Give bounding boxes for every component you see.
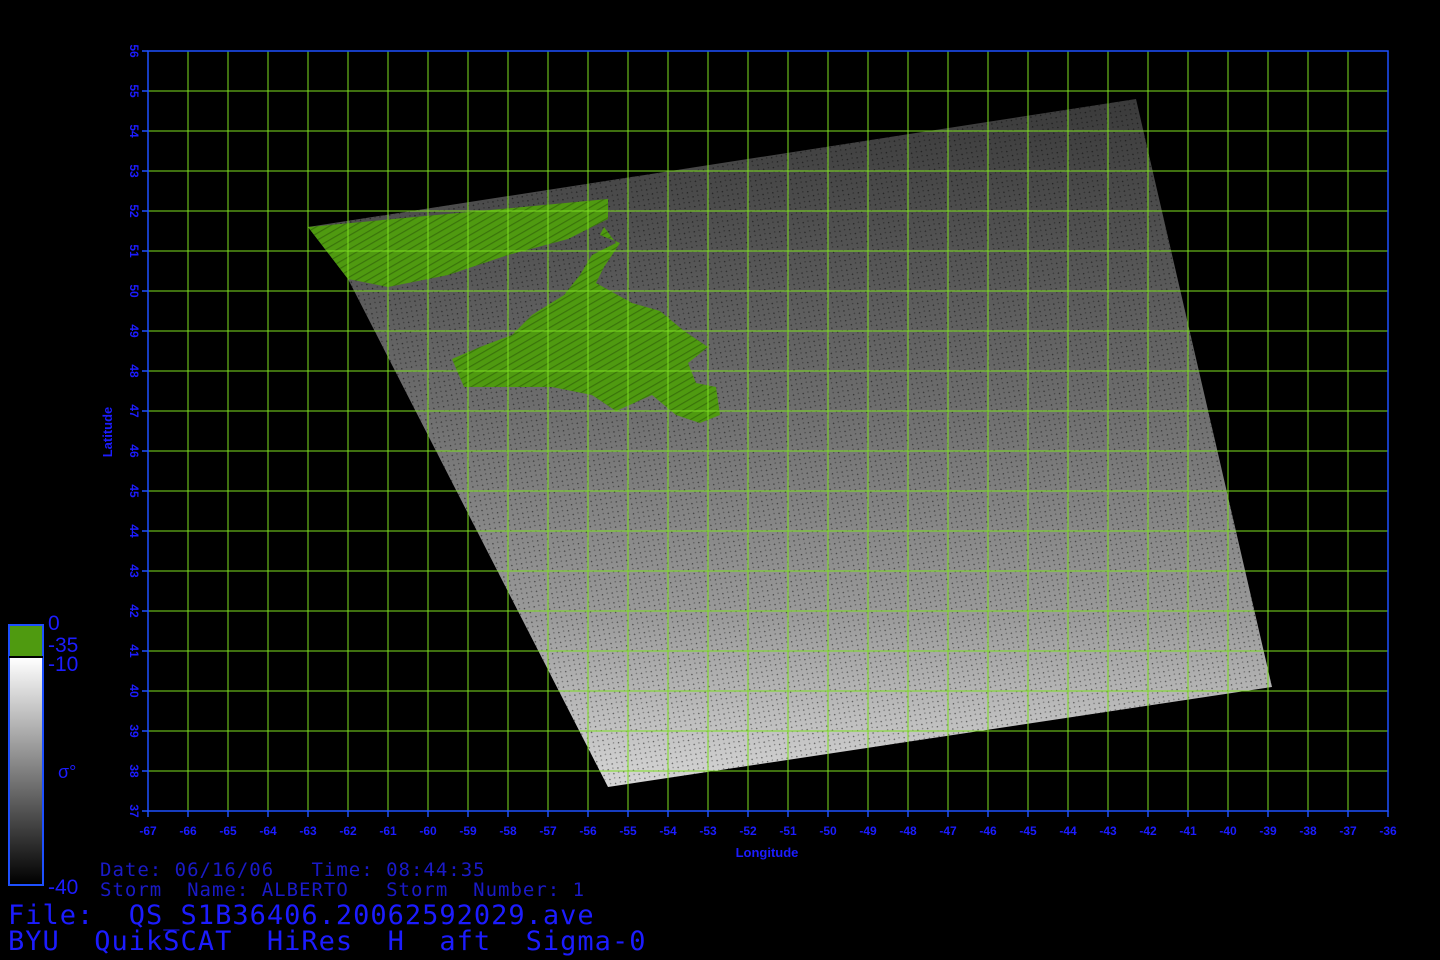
- latitude-tick-label: 46: [127, 444, 141, 458]
- latitude-tick-label: 53: [127, 164, 141, 178]
- latitude-tick-label: 55: [127, 84, 141, 98]
- longitude-tick-label: -61: [379, 824, 397, 838]
- longitude-tick-label: -41: [1179, 824, 1197, 838]
- latitude-tick-label: 39: [127, 724, 141, 738]
- longitude-tick-label: -47: [939, 824, 957, 838]
- longitude-tick-label: -48: [899, 824, 917, 838]
- y-axis-label: Latitude: [100, 407, 115, 458]
- colorbar-sea-segment: [10, 658, 42, 884]
- longitude-tick-label: -36: [1379, 824, 1397, 838]
- longitude-tick-label: -49: [859, 824, 877, 838]
- longitude-tick-label: -56: [579, 824, 597, 838]
- date-time-line: Date: 06/16/06 Time: 08:44:35: [100, 859, 486, 881]
- longitude-tick-label: -65: [219, 824, 237, 838]
- x-axis-label: Longitude: [736, 845, 799, 860]
- latitude-tick-label: 40: [127, 684, 141, 698]
- longitude-tick-label: -46: [979, 824, 997, 838]
- colorbar-sea-bottom-label: -40: [48, 876, 79, 899]
- longitude-tick-label: -53: [699, 824, 717, 838]
- colorbar: [8, 624, 44, 886]
- latitude-tick-label: 49: [127, 324, 141, 338]
- latitude-tick-label: 38: [127, 764, 141, 778]
- latitude-tick-label: 48: [127, 364, 141, 378]
- longitude-tick-label: -42: [1139, 824, 1157, 838]
- latitude-tick-label: 52: [127, 204, 141, 218]
- longitude-tick-label: -55: [619, 824, 637, 838]
- latitude-tick-labels: 37 38 39 40 41 42 43 44 45 46 47 48 49 50 51 52 53 54 55 56: [127, 44, 148, 818]
- longitude-tick-label: -67: [139, 824, 157, 838]
- colorbar-symbol: σ°: [58, 762, 77, 782]
- longitude-tick-label: -63: [299, 824, 317, 838]
- product-title-line: BYU QuikSCAT HiRes H aft Sigma-0: [8, 926, 647, 957]
- latitude-tick-label: 44: [127, 524, 141, 538]
- sigma0-map: -67 -66 -65 -64 -63 -62 -61 -60 -59 -58 -57 -56 -55 -…: [8, 44, 1397, 886]
- longitude-tick-label: -38: [1299, 824, 1317, 838]
- longitude-tick-label: -51: [779, 824, 797, 838]
- latitude-tick-label: 56: [127, 44, 141, 58]
- latitude-tick-label: 47: [127, 404, 141, 418]
- longitude-tick-label: -62: [339, 824, 357, 838]
- longitude-tick-label: -44: [1059, 824, 1077, 838]
- longitude-tick-label: -50: [819, 824, 837, 838]
- swath-layer: [308, 99, 1272, 787]
- longitude-tick-label: -64: [259, 824, 277, 838]
- longitude-tick-label: -40: [1219, 824, 1237, 838]
- latitude-tick-label: 45: [127, 484, 141, 498]
- swath-speckle: [308, 99, 1272, 787]
- longitude-tick-label: -57: [539, 824, 557, 838]
- longitude-tick-label: -54: [659, 824, 677, 838]
- longitude-tick-label: -58: [499, 824, 517, 838]
- longitude-tick-labels: -67 -66 -65 -64 -63 -62 -61 -60 -59 -58 -57 -56 -55 -…: [139, 811, 1397, 838]
- latitude-tick-label: 42: [127, 604, 141, 618]
- latitude-tick-label: 54: [127, 124, 141, 138]
- latitude-tick-label: 43: [127, 564, 141, 578]
- longitude-tick-label: -39: [1259, 824, 1277, 838]
- latitude-tick-label: 37: [127, 804, 141, 818]
- longitude-tick-label: -66: [179, 824, 197, 838]
- latitude-tick-label: 41: [127, 644, 141, 658]
- colorbar-sea-top-label: -10: [48, 653, 79, 676]
- colorbar-land-segment: [10, 626, 42, 656]
- latitude-tick-label: 51: [127, 244, 141, 258]
- storm-line: Storm Name: ALBERTO Storm Number: 1: [100, 879, 586, 901]
- longitude-tick-label: -43: [1099, 824, 1117, 838]
- longitude-tick-label: -52: [739, 824, 757, 838]
- longitude-tick-label: -60: [419, 824, 437, 838]
- longitude-tick-label: -45: [1019, 824, 1037, 838]
- longitude-tick-label: -59: [459, 824, 477, 838]
- colorbar-land-top-label: 0: [48, 612, 60, 635]
- latitude-tick-label: 50: [127, 284, 141, 298]
- longitude-tick-label: -37: [1339, 824, 1357, 838]
